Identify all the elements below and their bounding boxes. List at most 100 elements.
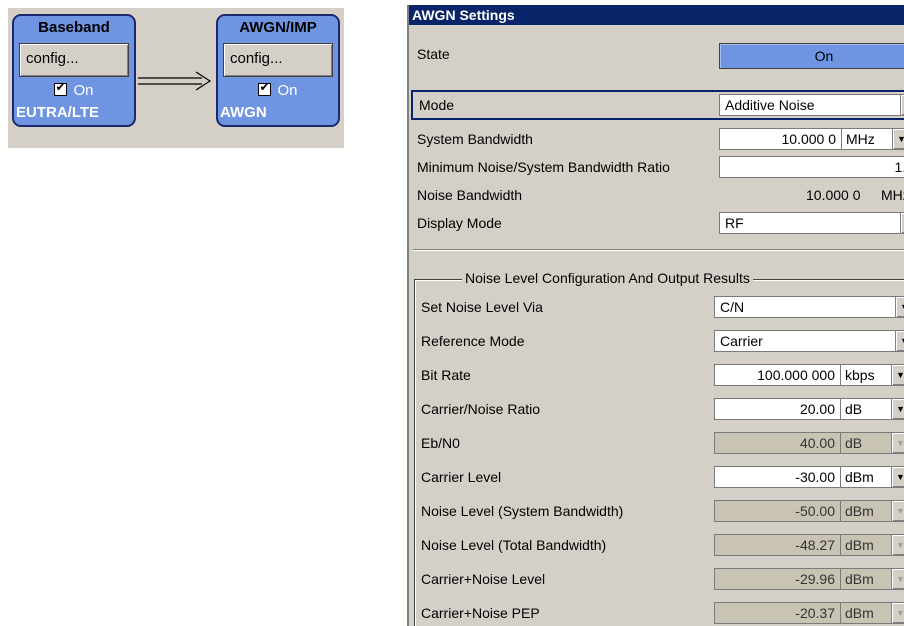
- noise-level-sys-unit-select: dBm ▼: [840, 500, 904, 522]
- noise-bandwidth-row: Noise Bandwidth 10.000 0 MHz: [409, 181, 904, 209]
- cn-pep-row: Carrier+Noise PEP -20.37 dBm ▼: [409, 599, 904, 626]
- display-mode-select[interactable]: RF ▼: [719, 212, 904, 234]
- cn-ratio-unit: dB: [845, 401, 863, 417]
- dropdown-arrow-icon: ▼: [891, 569, 904, 589]
- set-noise-level-via-label: Set Noise Level Via: [421, 299, 543, 315]
- dropdown-arrow-icon[interactable]: ▼: [891, 365, 904, 385]
- noise-bandwidth-label: Noise Bandwidth: [417, 187, 523, 203]
- cn-level-value: -29.96: [714, 568, 840, 590]
- noise-level-total-unit-select: dBm ▼: [840, 534, 904, 556]
- set-noise-level-via-select[interactable]: C/N ▼: [714, 296, 904, 318]
- dropdown-arrow-icon[interactable]: ▼: [895, 331, 904, 351]
- eb-n0-unit-select: dB ▼: [840, 432, 904, 454]
- mode-row: Mode Additive Noise ▼: [411, 90, 904, 120]
- display-mode-row: Display Mode RF ▼: [409, 209, 904, 237]
- baseband-on-toggle[interactable]: On: [14, 80, 134, 99]
- carrier-level-row: Carrier Level -30.00 dBm ▼: [409, 463, 904, 491]
- min-ratio-input[interactable]: 1.0: [719, 156, 904, 178]
- checkbox-icon[interactable]: [258, 80, 272, 96]
- reference-mode-select[interactable]: Carrier ▼: [714, 330, 904, 352]
- dropdown-arrow-icon[interactable]: ▼: [895, 297, 904, 317]
- eb-n0-label: Eb/N0: [421, 435, 460, 451]
- state-row: State On: [409, 43, 904, 71]
- cn-pep-unit-select: dBm ▼: [840, 602, 904, 624]
- awgn-on-label: On: [277, 82, 298, 99]
- awgn-on-toggle[interactable]: On: [218, 80, 338, 99]
- cn-pep-value: -20.37: [714, 602, 840, 624]
- eb-n0-unit: dB: [845, 435, 863, 451]
- system-bandwidth-unit-select[interactable]: MHz ▼: [841, 128, 904, 150]
- noise-level-sys-row: Noise Level (System Bandwidth) -50.00 dB…: [409, 497, 904, 525]
- baseband-block-title: Baseband: [38, 19, 110, 36]
- cn-level-unit-select: dBm ▼: [840, 568, 904, 590]
- min-ratio-row: Minimum Noise/System Bandwidth Ratio 1.0: [409, 153, 904, 181]
- mode-label: Mode: [419, 97, 455, 113]
- cn-ratio-unit-select[interactable]: dB ▼: [840, 398, 904, 420]
- dialog-title: AWGN Settings: [409, 5, 904, 25]
- set-noise-level-via-value: C/N: [720, 299, 745, 315]
- set-noise-level-via-row: Set Noise Level Via C/N ▼: [409, 293, 904, 321]
- noise-level-group-title: Noise Level Configuration And Output Res…: [462, 270, 753, 286]
- display-mode-value: RF: [725, 215, 744, 231]
- dropdown-arrow-icon: ▼: [891, 501, 904, 521]
- reference-mode-row: Reference Mode Carrier ▼: [409, 327, 904, 355]
- cn-pep-label: Carrier+Noise PEP: [421, 605, 540, 621]
- mode-value: Additive Noise: [725, 97, 815, 113]
- system-bandwidth-input[interactable]: 10.000 0: [719, 128, 841, 150]
- noise-level-total-label: Noise Level (Total Bandwidth): [421, 537, 607, 553]
- checkbox-icon[interactable]: [54, 80, 68, 96]
- dropdown-arrow-icon[interactable]: ▼: [891, 467, 904, 487]
- dropdown-arrow-icon: ▼: [891, 603, 904, 623]
- carrier-level-input[interactable]: -30.00: [714, 466, 840, 488]
- bit-rate-row: Bit Rate 100.000 000 kbps ▼: [409, 361, 904, 389]
- min-ratio-label: Minimum Noise/System Bandwidth Ratio: [417, 159, 670, 175]
- awgn-block-title: AWGN/IMP: [239, 19, 317, 36]
- dropdown-arrow-icon[interactable]: ▼: [900, 213, 904, 233]
- noise-bandwidth-unit: MHz: [881, 187, 904, 203]
- awgn-block[interactable]: AWGN/IMP config... On AWGN: [216, 14, 340, 127]
- eb-n0-row: Eb/N0 40.00 dB ▼: [409, 429, 904, 457]
- awgn-config-button[interactable]: config...: [223, 43, 333, 77]
- signal-flow-diagram: Baseband config... On EUTRA/LTE AWGN/IMP…: [8, 8, 344, 148]
- noise-level-sys-unit: dBm: [845, 503, 874, 519]
- eb-n0-value: 40.00: [714, 432, 840, 454]
- noise-level-total-row: Noise Level (Total Bandwidth) -48.27 dBm…: [409, 531, 904, 559]
- noise-level-sys-value: -50.00: [714, 500, 840, 522]
- baseband-on-label: On: [73, 82, 94, 99]
- state-label: State: [417, 46, 450, 62]
- cn-ratio-input[interactable]: 20.00: [714, 398, 840, 420]
- cn-ratio-row: Carrier/Noise Ratio 20.00 dB ▼: [409, 395, 904, 423]
- cn-level-label: Carrier+Noise Level: [421, 571, 546, 587]
- bit-rate-unit-select[interactable]: kbps ▼: [840, 364, 904, 386]
- bit-rate-unit: kbps: [845, 367, 875, 383]
- noise-bandwidth-value: 10.000 0: [806, 187, 861, 203]
- dropdown-arrow-icon[interactable]: ▼: [900, 95, 904, 115]
- cn-level-unit: dBm: [845, 571, 874, 587]
- baseband-block[interactable]: Baseband config... On EUTRA/LTE: [12, 14, 136, 127]
- carrier-level-unit-select[interactable]: dBm ▼: [840, 466, 904, 488]
- carrier-level-label: Carrier Level: [421, 469, 502, 485]
- system-bandwidth-row: System Bandwidth 10.000 0 MHz ▼: [409, 125, 904, 153]
- dropdown-arrow-icon[interactable]: ▼: [891, 399, 904, 419]
- baseband-config-button[interactable]: config...: [19, 43, 129, 77]
- reference-mode-label: Reference Mode: [421, 333, 525, 349]
- cn-pep-unit: dBm: [845, 605, 874, 621]
- mode-select[interactable]: Additive Noise ▼: [719, 94, 904, 116]
- awgn-settings-dialog: AWGN Settings State On Mode Additive Noi…: [407, 5, 904, 626]
- baseband-standard-label: EUTRA/LTE: [16, 104, 100, 121]
- dropdown-arrow-icon: ▼: [891, 535, 904, 555]
- reference-mode-value: Carrier: [720, 333, 763, 349]
- display-mode-label: Display Mode: [417, 215, 502, 231]
- noise-level-sys-label: Noise Level (System Bandwidth): [421, 503, 624, 519]
- carrier-level-unit: dBm: [845, 469, 874, 485]
- cn-level-row: Carrier+Noise Level -29.96 dBm ▼: [409, 565, 904, 593]
- dropdown-arrow-icon[interactable]: ▼: [892, 129, 904, 149]
- dropdown-arrow-icon: ▼: [891, 433, 904, 453]
- noise-level-total-unit: dBm: [845, 537, 874, 553]
- system-bandwidth-label: System Bandwidth: [417, 131, 533, 147]
- bit-rate-input[interactable]: 100.000 000: [714, 364, 840, 386]
- bit-rate-label: Bit Rate: [421, 367, 471, 383]
- awgn-type-label: AWGN: [220, 104, 267, 121]
- state-toggle-button[interactable]: On: [719, 43, 904, 69]
- system-bandwidth-unit: MHz: [846, 131, 875, 147]
